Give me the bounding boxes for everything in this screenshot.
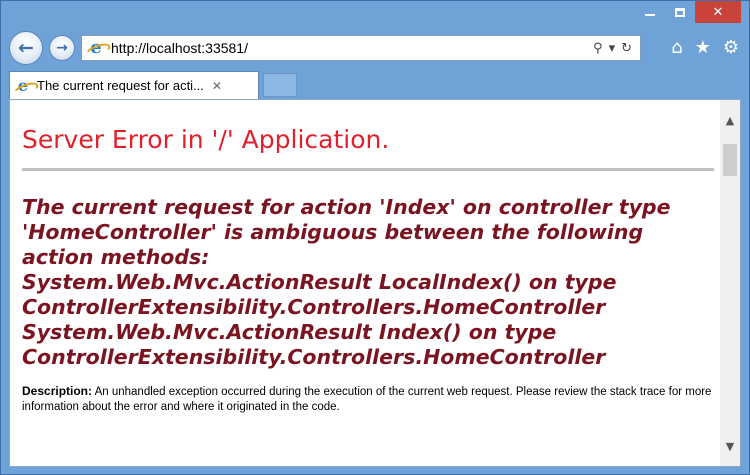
forward-button[interactable]: → [49, 35, 75, 61]
scroll-thumb[interactable] [723, 144, 737, 176]
description-label: Description: [22, 384, 93, 398]
vertical-scrollbar[interactable]: ▲ ▼ [720, 100, 740, 466]
scroll-down-icon[interactable]: ▼ [720, 436, 740, 456]
scroll-up-icon[interactable]: ▲ [720, 110, 740, 130]
new-tab-button[interactable] [263, 73, 297, 97]
minimize-icon[interactable] [635, 1, 665, 23]
back-button[interactable]: ← [9, 31, 43, 65]
tab-strip: e The current request for acti... ✕ [9, 71, 741, 99]
browser-toolbar-icons: ⌂ ★ ⚙ [671, 37, 739, 58]
window-caption-buttons: ✕ [635, 1, 741, 23]
error-message: The current request for action 'Index' o… [22, 195, 671, 369]
tab-close-icon[interactable]: ✕ [212, 79, 222, 93]
ie-page-icon: e [87, 39, 105, 57]
page-title: Server Error in '/' Application. [22, 125, 390, 154]
divider [22, 168, 714, 171]
address-tools: ⚲ ▾ ↻ [593, 41, 632, 56]
page-viewport: Server Error in '/' Application. The cur… [9, 99, 741, 467]
chevron-down-icon[interactable]: ▾ [609, 41, 616, 56]
address-bar[interactable]: e http://localhost:33581/ ⚲ ▾ ↻ [81, 35, 641, 61]
close-icon[interactable]: ✕ [695, 1, 741, 23]
error-description: Description: An unhandled exception occu… [22, 384, 714, 415]
tab-title: The current request for acti... [37, 78, 204, 93]
navigation-bar: ← → e http://localhost:33581/ ⚲ ▾ ↻ ⌂ ★ … [9, 31, 741, 65]
page-content: Server Error in '/' Application. The cur… [10, 100, 720, 466]
home-icon[interactable]: ⌂ [671, 37, 682, 58]
maximize-icon[interactable] [665, 1, 695, 23]
gear-icon[interactable]: ⚙ [723, 37, 739, 58]
browser-window: ✕ ← → e http://localhost:33581/ ⚲ ▾ ↻ ⌂ … [0, 0, 750, 475]
url-text[interactable]: http://localhost:33581/ [111, 40, 593, 56]
refresh-icon[interactable]: ↻ [621, 41, 632, 56]
ie-tab-icon: e [15, 77, 31, 94]
tab-current[interactable]: e The current request for acti... ✕ [9, 71, 259, 99]
favorites-icon[interactable]: ★ [695, 37, 711, 58]
search-icon[interactable]: ⚲ [593, 41, 603, 56]
description-text: An unhandled exception occurred during t… [22, 386, 712, 413]
